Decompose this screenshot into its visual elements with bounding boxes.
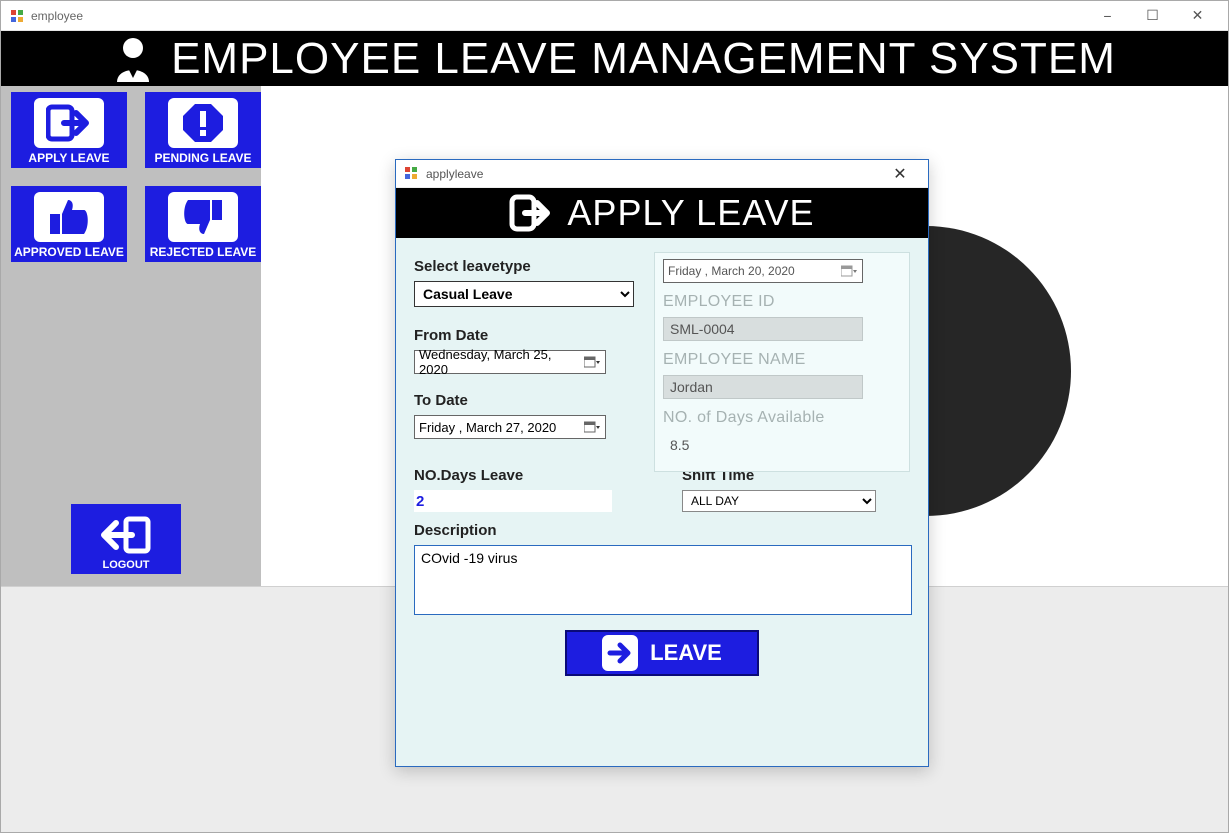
thumbs-down-icon [168, 192, 238, 242]
pending-leave-button[interactable]: PENDING LEAVE [145, 92, 261, 168]
to-date-value: Friday , March 27, 2020 [419, 420, 583, 435]
logout-button[interactable]: LOGOUT [71, 504, 181, 574]
window-title: employee [31, 9, 83, 23]
submit-leave-label: LEAVE [650, 640, 722, 666]
ndays-field[interactable] [414, 490, 612, 512]
days-available-value: 8.5 [663, 433, 863, 457]
calendar-dropdown-icon [583, 353, 601, 371]
description-label: Description [414, 522, 910, 539]
modal-close-button[interactable]: ✕ [880, 160, 920, 188]
modal-title: applyleave [426, 167, 483, 181]
employee-name-field: Jordan [663, 375, 863, 399]
maximize-button[interactable]: ☐ [1130, 1, 1175, 31]
calendar-dropdown-icon [840, 262, 858, 280]
employee-id-field: SML-0004 [663, 317, 863, 341]
submit-leave-button[interactable]: LEAVE [565, 630, 759, 676]
days-available-label: NO. of Days Available [663, 409, 901, 427]
arrow-right-box-icon [34, 98, 104, 148]
today-date-value: Friday , March 20, 2020 [668, 264, 840, 278]
modal-titlebar: applyleave ✕ [396, 160, 928, 188]
alert-octagon-icon [168, 98, 238, 148]
apply-leave-modal: applyleave ✕ APPLY LEAVE Select leavetyp… [395, 159, 929, 767]
modal-body: Select leavetype Casual Leave From Date … [396, 238, 928, 766]
employee-id-label: EMPLOYEE ID [663, 293, 901, 311]
employee-window: employee − ☐ ✕ EMPLOYEE LEAVE MANAGEMENT… [0, 0, 1229, 833]
employee-name-label: EMPLOYEE NAME [663, 351, 901, 369]
person-suit-icon [113, 36, 153, 82]
modal-banner: APPLY LEAVE [396, 188, 928, 238]
to-date-picker[interactable]: Friday , March 27, 2020 [414, 415, 606, 439]
today-date-picker[interactable]: Friday , March 20, 2020 [663, 259, 863, 283]
close-button[interactable]: ✕ [1175, 1, 1220, 31]
calendar-dropdown-icon [583, 418, 601, 436]
arrow-left-box-icon [71, 511, 181, 559]
form-left: Select leavetype Casual Leave From Date … [414, 258, 634, 439]
ndays-label: NO.Days Leave [414, 467, 642, 484]
nav-label: APPROVED LEAVE [14, 245, 124, 259]
leavetype-select[interactable]: Casual Leave [414, 281, 634, 307]
rejected-leave-button[interactable]: REJECTED LEAVE [145, 186, 261, 262]
thumbs-up-icon [34, 192, 104, 242]
outer-titlebar: employee − ☐ ✕ [1, 1, 1228, 31]
nav-label: REJECTED LEAVE [150, 245, 256, 259]
sidebar: APPLY LEAVE PENDING LEAVE APPROVED LEAVE [1, 86, 261, 586]
approved-leave-button[interactable]: APPROVED LEAVE [11, 186, 127, 262]
from-date-label: From Date [414, 327, 634, 344]
description-textarea[interactable]: COvid -19 virus [414, 545, 912, 615]
main-banner-title: EMPLOYEE LEAVE MANAGEMENT SYSTEM [171, 34, 1116, 84]
nav-label: LOGOUT [102, 559, 149, 571]
shift-select[interactable]: ALL DAY [682, 490, 876, 512]
from-date-value: Wednesday, March 25, 2020 [419, 347, 583, 377]
window-icon [404, 166, 420, 182]
apply-leave-button[interactable]: APPLY LEAVE [11, 92, 127, 168]
nav-label: APPLY LEAVE [28, 151, 109, 165]
arrow-right-box-icon [509, 193, 553, 233]
to-date-label: To Date [414, 392, 634, 409]
from-date-picker[interactable]: Wednesday, March 25, 2020 [414, 350, 606, 374]
leavetype-label: Select leavetype [414, 258, 634, 275]
main-banner: EMPLOYEE LEAVE MANAGEMENT SYSTEM [1, 31, 1228, 86]
nav-label: PENDING LEAVE [154, 151, 251, 165]
minimize-button[interactable]: − [1085, 1, 1130, 31]
window-icon [9, 8, 25, 24]
arrow-right-box-icon [602, 635, 638, 671]
modal-banner-title: APPLY LEAVE [567, 192, 814, 234]
form-right: Friday , March 20, 2020 EMPLOYEE ID SML-… [654, 252, 910, 472]
